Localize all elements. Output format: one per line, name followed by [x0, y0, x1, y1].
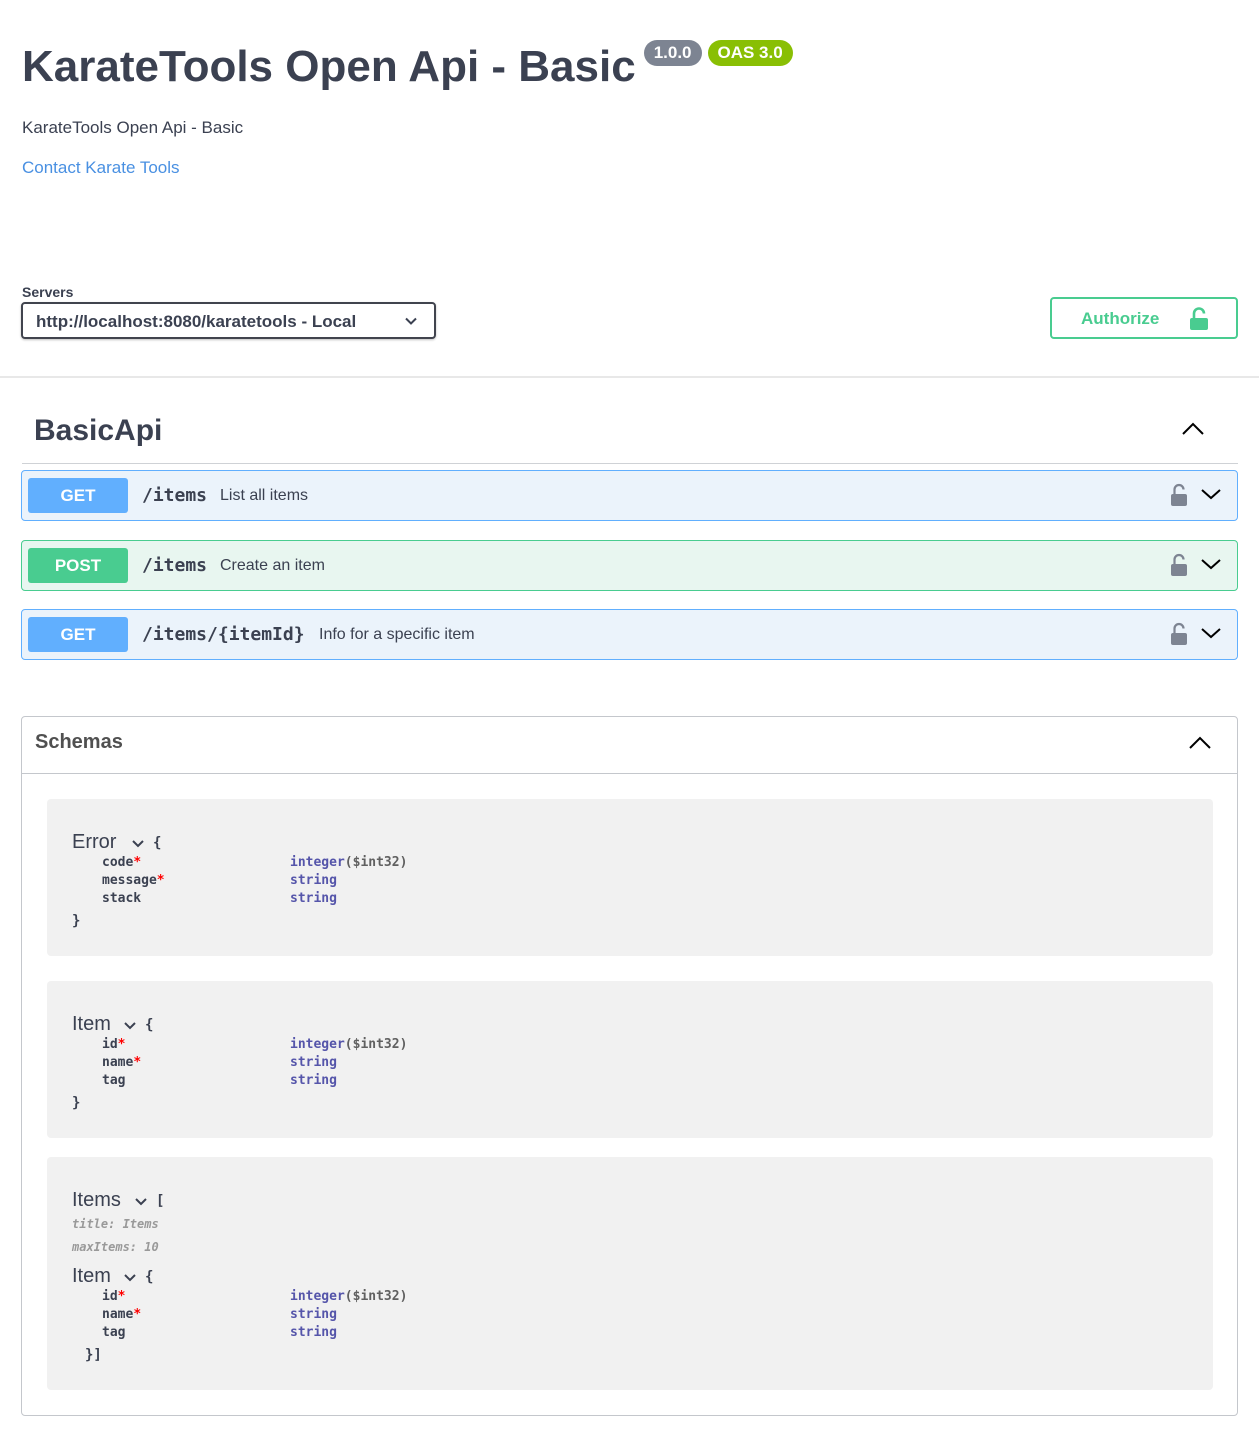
- model-open-brace: {: [145, 1269, 154, 1285]
- property-name: name*: [102, 1055, 142, 1070]
- property-type: string: [290, 1307, 337, 1322]
- unlocked-icon[interactable]: [1170, 553, 1188, 577]
- method-badge: POST: [28, 548, 128, 583]
- tag-section-header[interactable]: BasicApi: [22, 396, 1238, 464]
- property-name: code*: [102, 855, 142, 870]
- unlocked-icon: [1190, 307, 1208, 330]
- required-marker: *: [133, 1307, 142, 1322]
- operation-path: /items/{itemId}: [142, 624, 305, 645]
- operation-summary: Create an item: [220, 557, 325, 574]
- required-marker: *: [133, 1055, 142, 1070]
- model-error: Error { code* integer($int32) message* s…: [47, 799, 1213, 956]
- property-type: integer($int32): [290, 855, 408, 870]
- property-name: message*: [102, 873, 165, 888]
- api-description: KarateTools Open Api - Basic: [22, 118, 244, 137]
- servers-label: Servers: [22, 284, 74, 300]
- chevron-up-icon[interactable]: [1187, 735, 1213, 751]
- property-type: integer($int32): [290, 1289, 408, 1304]
- chevron-down-icon[interactable]: [1200, 626, 1222, 640]
- model-name[interactable]: Item: [72, 1013, 111, 1036]
- tag-title: BasicApi: [34, 414, 163, 447]
- method-badge: GET: [28, 617, 128, 652]
- operation-path: /items: [142, 555, 208, 576]
- required-marker: *: [117, 1037, 126, 1052]
- property-type: string: [290, 1073, 337, 1088]
- property-name: stack: [102, 891, 142, 906]
- model-meta-title: title: Items: [72, 1217, 159, 1231]
- property-type: string: [290, 1055, 337, 1070]
- operation-get-item-by-id[interactable]: GET /items/{itemId} Info for a specific …: [21, 609, 1238, 660]
- model-close-brace: }: [72, 1095, 81, 1111]
- chevron-down-icon[interactable]: [123, 1272, 137, 1284]
- operation-post-items[interactable]: POST /items Create an item: [21, 540, 1238, 591]
- operation-summary: List all items: [220, 487, 309, 504]
- oas-badge: OAS 3.0: [707, 40, 793, 66]
- schemas-title: Schemas: [35, 731, 123, 753]
- unlocked-icon[interactable]: [1170, 483, 1188, 507]
- property-name: id*: [102, 1289, 126, 1304]
- model-name[interactable]: Item: [72, 1265, 111, 1288]
- server-select[interactable]: http://localhost:8080/karatetools - Loca…: [21, 302, 436, 339]
- model-close-brace: }]: [85, 1347, 102, 1363]
- required-marker: *: [117, 1289, 126, 1304]
- chevron-down-icon[interactable]: [131, 838, 145, 850]
- operation-path: /items: [142, 485, 208, 506]
- chevron-down-icon[interactable]: [123, 1020, 137, 1032]
- operation-get-items[interactable]: GET /items List all items: [21, 470, 1238, 521]
- model-item: Item { id* integer($int32) name* string …: [47, 981, 1213, 1138]
- authorize-button[interactable]: Authorize: [1050, 297, 1238, 339]
- property-type: integer($int32): [290, 1037, 408, 1052]
- title-row: KarateTools Open Api - Basic 1.0.0 OAS 3…: [22, 40, 793, 94]
- model-items: Items [ title: Items maxItems: 10 Item {…: [47, 1157, 1213, 1390]
- servers-bar: Servers http://localhost:8080/karatetool…: [0, 260, 1259, 378]
- required-marker: *: [156, 873, 165, 888]
- property-type: string: [290, 1325, 337, 1340]
- property-type: string: [290, 891, 337, 906]
- model-open-bracket: [: [156, 1193, 165, 1209]
- api-title: KarateTools Open Api - Basic: [22, 42, 636, 91]
- method-badge: GET: [28, 478, 128, 513]
- chevron-down-icon[interactable]: [1200, 487, 1222, 501]
- model-name[interactable]: Items: [72, 1189, 121, 1212]
- property-name: id*: [102, 1037, 126, 1052]
- property-name: tag: [102, 1325, 126, 1340]
- chevron-down-icon[interactable]: [1200, 557, 1222, 571]
- model-open-brace: {: [145, 1017, 154, 1033]
- unlocked-icon[interactable]: [1170, 622, 1188, 646]
- model-close-brace: }: [72, 913, 81, 929]
- schemas-header[interactable]: Schemas: [22, 717, 1237, 774]
- server-select-value: http://localhost:8080/karatetools - Loca…: [36, 312, 357, 331]
- property-type: string: [290, 873, 337, 888]
- chevron-down-icon[interactable]: [134, 1196, 148, 1208]
- schemas-section: Schemas Error { code* integer($int32) me…: [21, 716, 1238, 1416]
- operation-summary: Info for a specific item: [319, 626, 475, 643]
- model-open-brace: {: [153, 835, 162, 851]
- contact-link[interactable]: Contact Karate Tools: [22, 158, 180, 178]
- model-name[interactable]: Error: [72, 831, 116, 854]
- property-name: tag: [102, 1073, 126, 1088]
- chevron-up-icon[interactable]: [1180, 421, 1206, 437]
- model-meta-max-items: maxItems: 10: [72, 1240, 159, 1254]
- property-name: name*: [102, 1307, 142, 1322]
- authorize-label: Authorize: [1081, 309, 1160, 328]
- version-badge: 1.0.0: [643, 40, 702, 66]
- chevron-down-icon: [405, 317, 417, 325]
- required-marker: *: [133, 855, 142, 870]
